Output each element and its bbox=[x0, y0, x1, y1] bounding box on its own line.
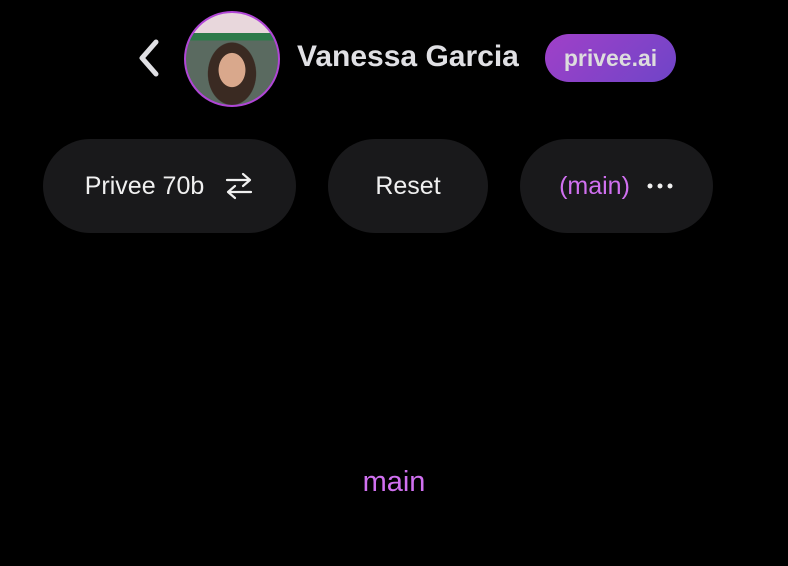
reset-label: Reset bbox=[375, 171, 441, 200]
reset-button[interactable]: Reset bbox=[328, 139, 488, 233]
character-name: Vanessa Garcia bbox=[297, 40, 519, 73]
swap-arrows-icon bbox=[226, 172, 253, 200]
ellipsis-icon bbox=[647, 183, 673, 189]
branch-label: (main) bbox=[559, 171, 630, 200]
brand-badge: privee.ai bbox=[545, 34, 676, 82]
avatar[interactable] bbox=[184, 11, 280, 107]
chevron-left-icon bbox=[139, 39, 159, 77]
model-label: Privee 70b bbox=[84, 171, 205, 200]
branch-name: main bbox=[362, 466, 426, 498]
branch-menu-button[interactable]: (main) bbox=[520, 139, 713, 233]
model-switch-button[interactable]: Privee 70b bbox=[43, 139, 296, 233]
back-button[interactable] bbox=[134, 38, 164, 78]
